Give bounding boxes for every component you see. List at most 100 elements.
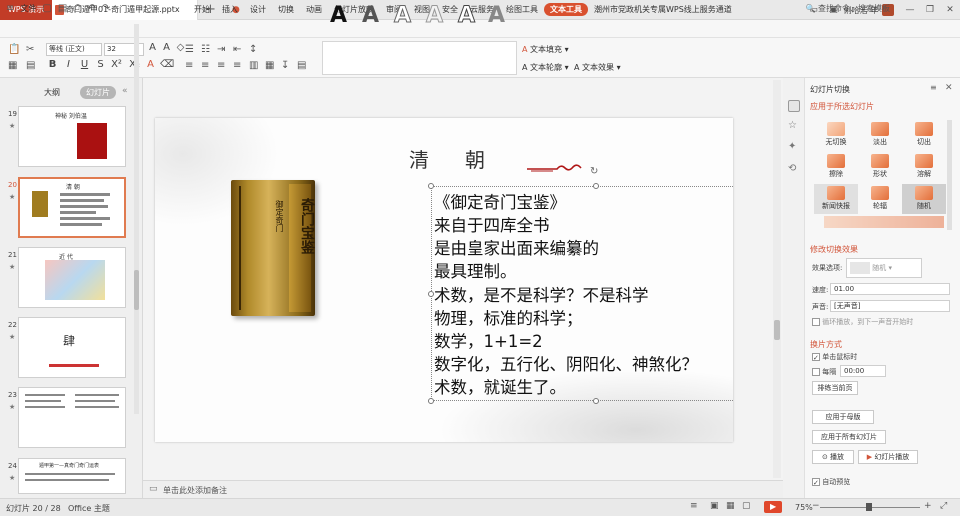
slide-text-line[interactable]: 来自于四库全书	[434, 212, 550, 236]
redo-icon[interactable]: ↷	[102, 3, 110, 14]
magic-icon[interactable]: ✦	[788, 141, 796, 152]
more-transitions-row[interactable]	[824, 216, 944, 228]
zoom-in-icon[interactable]: +	[924, 501, 932, 511]
effect-options-select[interactable]: 随机 ▾	[846, 258, 922, 278]
open-icon[interactable]: ▢	[42, 3, 51, 14]
transition-newsflash[interactable]: 新闻快报	[814, 184, 858, 214]
slides-scrollbar[interactable]	[134, 24, 139, 414]
text-effect-button[interactable]: A 文本效果 ▾	[574, 62, 621, 73]
align-left-icon[interactable]: ≡	[185, 60, 193, 71]
loop-option[interactable]: 循环播放，到下一声音开始时	[812, 317, 913, 327]
cut-icon[interactable]: ✂	[26, 44, 34, 55]
tab-2[interactable]: 设计	[244, 3, 272, 16]
slide-thumbnail[interactable]: 遁甲第一—真奇门奇门运表	[18, 458, 126, 494]
slide-title[interactable]: 清朝	[409, 144, 521, 173]
play-button[interactable]: ⊙ 播放	[812, 450, 854, 464]
slide-thumbnail[interactable]	[18, 387, 126, 448]
rehearse-button[interactable]: 排练当前页	[812, 381, 858, 395]
slide-thumbnail[interactable]: 肆	[18, 317, 126, 378]
slide-thumbnail-selected[interactable]: 清 朝	[18, 177, 126, 238]
notes-toggle-icon[interactable]: ≡	[690, 501, 698, 511]
zoom-level[interactable]: 75%	[795, 503, 813, 512]
slide-text-line[interactable]: 术数，就诞生了。	[434, 374, 566, 398]
text-align-icon[interactable]: ▤	[297, 60, 306, 71]
superscript-button[interactable]: X²	[110, 59, 123, 70]
transition-cut[interactable]: 切出	[902, 120, 946, 150]
sorter-view-icon[interactable]: ▦	[726, 501, 735, 511]
maximize-button[interactable]: ❐	[920, 5, 940, 15]
file-menu[interactable]: 文件	[20, 3, 36, 14]
slide-text-line[interactable]: 是由皇家出面来编纂的	[434, 235, 599, 259]
canvas-scrollbar[interactable]	[773, 80, 781, 478]
close-button[interactable]: ✕	[940, 5, 960, 15]
style-sample-5[interactable]: A	[457, 3, 475, 29]
zoom-slider-handle[interactable]	[866, 503, 872, 511]
slide-text-line[interactable]: 数学，1+1=2	[434, 328, 543, 352]
grow-font-icon[interactable]: A	[146, 42, 159, 53]
style-sample-1[interactable]: A	[330, 3, 347, 28]
every-checkbox[interactable]	[812, 368, 820, 376]
on-click-option[interactable]: ✓ 单击鼠标时	[812, 352, 857, 362]
tab-0[interactable]: 开始	[188, 3, 216, 16]
resize-handle[interactable]	[593, 183, 599, 189]
close-pane-icon[interactable]: ✕	[945, 83, 953, 93]
slide-text-line[interactable]: 物理，标准的科学；	[434, 305, 583, 329]
collapse-pane-icon[interactable]: «	[122, 86, 128, 96]
tab-10[interactable]: 绘图工具	[500, 3, 544, 16]
undo-icon[interactable]: ↶	[87, 3, 95, 14]
slide-thumbnail[interactable]: 近 代	[18, 247, 126, 308]
text-outline-button[interactable]: A 文本轮廓 ▾	[522, 62, 569, 73]
numbering-icon[interactable]: ☷	[201, 44, 210, 55]
start-slideshow-button[interactable]: ▶	[764, 501, 782, 513]
auto-preview-checkbox[interactable]: ✓	[812, 478, 820, 487]
justify-icon[interactable]: ≡	[233, 60, 241, 71]
transition-pane-icon[interactable]	[788, 100, 800, 112]
text-style-gallery[interactable]	[322, 41, 517, 75]
auto-preview-option[interactable]: ✓ 自动预览	[812, 477, 850, 487]
line-spacing-icon[interactable]: ↕	[249, 44, 257, 55]
text-fill-button[interactable]: A 文本填充 ▾	[522, 44, 569, 55]
reading-view-icon[interactable]: ▢	[742, 501, 751, 511]
normal-view-icon[interactable]: ▣	[710, 501, 719, 511]
slides-scrollbar-thumb[interactable]	[134, 270, 139, 310]
style-sample-3[interactable]: A	[393, 3, 411, 29]
notes-pane[interactable]: ▭ 单击此处添加备注	[143, 480, 783, 498]
slide-text-line[interactable]: 数字化，五行化、阴阳化、神煞化？	[434, 351, 698, 375]
outline-tab[interactable]: 大纲	[38, 86, 66, 99]
resize-handle[interactable]	[428, 398, 434, 404]
fit-window-icon[interactable]: ⤢	[940, 501, 947, 511]
loop-checkbox[interactable]	[812, 318, 820, 326]
style-sample-6[interactable]: A	[488, 3, 505, 28]
style-sample-4[interactable]: A	[425, 3, 443, 29]
transition-none[interactable]: 无切换	[814, 120, 858, 150]
new-slide-icon[interactable]: ▦	[8, 60, 17, 71]
speed-input[interactable]: 01.00	[830, 283, 950, 295]
star-animation-icon[interactable]: ☆	[788, 120, 797, 131]
transition-shape[interactable]: 形状	[858, 152, 902, 182]
gallery-scrollbar[interactable]	[947, 120, 952, 230]
style-sample-2[interactable]: A	[362, 3, 379, 28]
current-slide[interactable]: 清朝 奇门宝鉴 御定奇门 ↻ 《御定奇门宝鉴》 来自于四库全书 是由皇家出面来编…	[155, 118, 733, 442]
pane-menu-icon[interactable]: ≡	[930, 83, 937, 92]
text-direction-icon[interactable]: ↧	[281, 60, 289, 71]
font-name-select[interactable]: 等线 (正文)	[46, 43, 102, 56]
paste-icon[interactable]: 📋	[8, 44, 20, 55]
history-icon[interactable]: ⟲	[788, 163, 796, 174]
on-click-checkbox[interactable]: ✓	[812, 353, 820, 362]
tab-12[interactable]: 潮州市党政机关专属WPS线上服务通道	[588, 3, 738, 16]
distributed-icon[interactable]: ▥	[249, 60, 258, 71]
underline-button[interactable]: U	[78, 59, 91, 70]
transition-fade[interactable]: 淡出	[858, 120, 902, 150]
slide-thumbnail[interactable]: 神秘 刘伯温	[18, 106, 126, 167]
font-color-button[interactable]: A	[144, 59, 157, 70]
save-icon[interactable]: ▤	[58, 3, 67, 14]
rotate-handle-icon[interactable]: ↻	[590, 166, 598, 177]
eraser-icon[interactable]: ⌫	[160, 59, 174, 70]
bullets-icon[interactable]: ☰	[185, 44, 194, 55]
transition-random-selected[interactable]: 随机	[902, 184, 946, 214]
layout-icon[interactable]: ▤	[26, 60, 35, 71]
transition-dissolve[interactable]: 溶解	[902, 152, 946, 182]
slide-text-line[interactable]: 最具理制。	[434, 258, 517, 282]
outdent-icon[interactable]: ⇤	[233, 44, 241, 55]
align-center-icon[interactable]: ≡	[201, 60, 209, 71]
